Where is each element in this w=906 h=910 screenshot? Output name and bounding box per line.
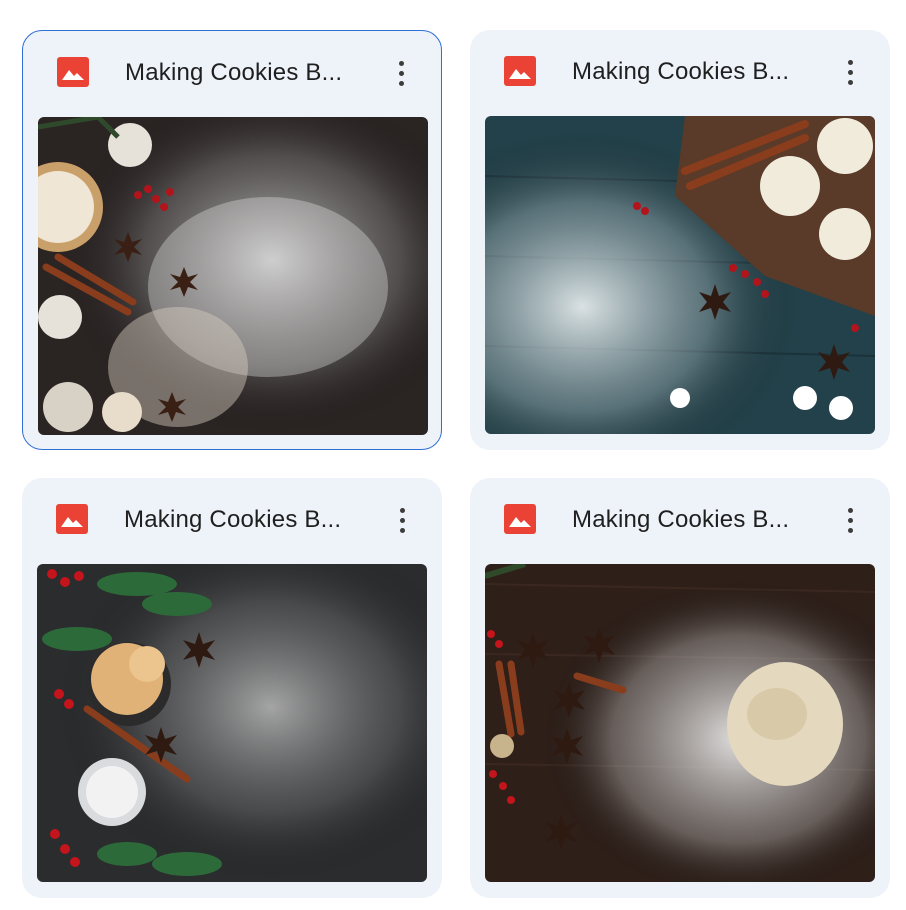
file-card-header: Making Cookies B... [23,31,441,115]
file-grid: Making Cookies B... Making Cookies B... … [0,0,906,910]
file-title: Making Cookies B... [572,506,790,533]
file-title: Making Cookies B... [124,506,342,533]
thumbnail-image [485,564,875,882]
file-thumbnail[interactable] [485,116,875,434]
thumbnail-image [37,564,427,882]
file-card[interactable]: Making Cookies B... [470,30,890,450]
thumbnail-image [38,117,428,435]
image-file-icon [56,504,88,534]
more-options-icon[interactable] [836,504,866,536]
file-card[interactable]: Making Cookies B... [22,478,442,898]
more-options-icon[interactable] [836,56,866,88]
file-card[interactable]: Making Cookies B... [22,30,442,450]
file-thumbnail[interactable] [485,564,875,882]
image-file-icon [504,504,536,534]
thumbnail-image [485,116,875,434]
file-card[interactable]: Making Cookies B... [470,478,890,898]
image-file-icon [57,57,89,87]
file-thumbnail[interactable] [38,117,428,435]
file-card-header: Making Cookies B... [22,478,442,562]
file-card-header: Making Cookies B... [470,478,890,562]
file-title: Making Cookies B... [125,59,343,86]
more-options-icon[interactable] [388,504,418,536]
more-options-icon[interactable] [387,57,417,89]
file-thumbnail[interactable] [37,564,427,882]
file-title: Making Cookies B... [572,58,790,85]
file-card-header: Making Cookies B... [470,30,890,114]
image-file-icon [504,56,536,86]
